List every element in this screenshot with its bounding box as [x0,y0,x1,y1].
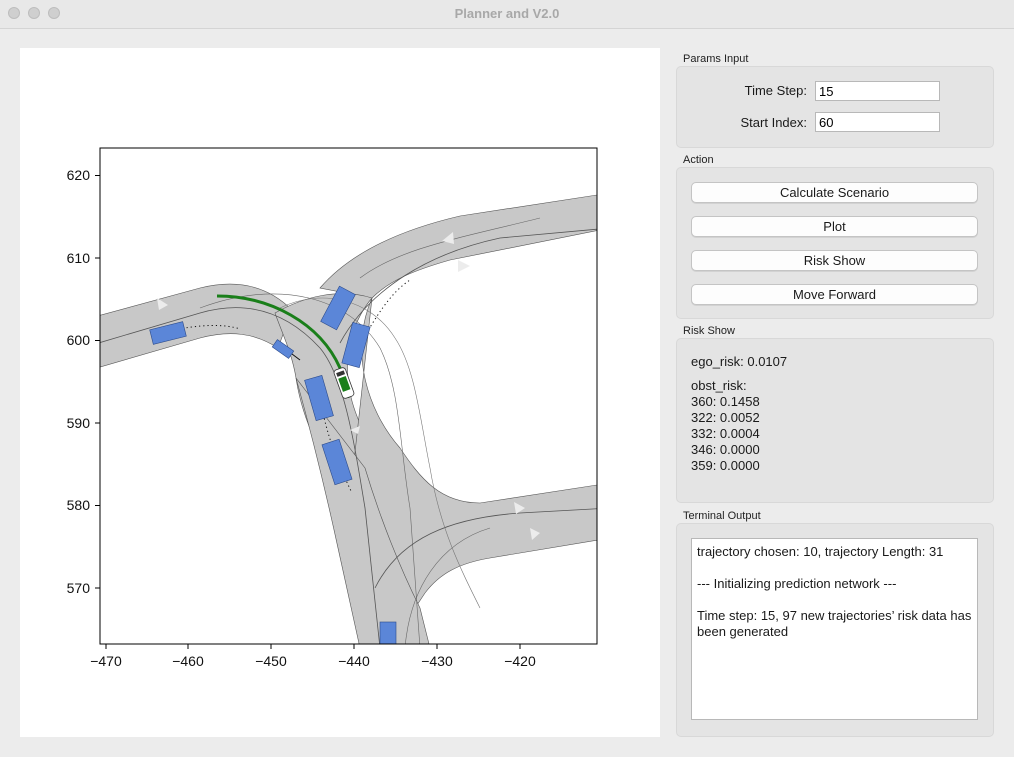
risk-show-button[interactable]: Risk Show [691,250,978,271]
calculate-scenario-button[interactable]: Calculate Scenario [691,182,978,203]
vehicle-box [379,621,397,644]
time-step-label: Time Step: [744,83,807,98]
time-step-input[interactable] [815,81,940,101]
x-tick-label: −450 [255,653,287,669]
obst-risk-label: obst_risk: [691,378,747,393]
obst-risk-item: 322: 0.0052 [691,410,760,425]
terminal-section-label: Terminal Output [683,510,761,522]
obst-risk-item: 346: 0.0000 [691,442,760,457]
x-tick-label: −460 [172,653,204,669]
y-tick-label: 620 [67,167,91,183]
params-section-label: Params Input [683,53,749,65]
y-tick-label: 580 [67,497,91,513]
start-index-label: Start Index: [740,115,807,130]
action-section-label: Action [683,154,714,166]
ego-risk-value: ego_risk: 0.0107 [691,354,788,369]
risk-section-label: Risk Show [683,325,735,337]
y-tick-label: 610 [67,250,91,266]
plot-button[interactable]: Plot [691,216,978,237]
x-axis: −470 −460 −450 −440 −430 −420 [90,644,536,669]
obst-risk-item: 332: 0.0004 [691,426,760,441]
scenario-plot-panel: 620 610 600 590 580 570 −470 −460 −450 −… [20,48,660,737]
start-index-input[interactable] [815,112,940,132]
terminal-output[interactable]: trajectory chosen: 10, trajectory Length… [691,538,978,720]
y-axis: 620 610 600 590 580 570 [67,167,100,596]
y-tick-label: 590 [67,415,91,431]
x-tick-label: −440 [338,653,370,669]
y-tick-label: 600 [67,332,91,348]
x-tick-label: −420 [504,653,536,669]
params-group [676,66,994,148]
obst-risk-item: 359: 0.0000 [691,458,760,473]
y-tick-label: 570 [67,580,91,596]
x-tick-label: −430 [421,653,453,669]
title-bar: Planner and V2.0 [0,0,1014,29]
window-title: Planner and V2.0 [454,6,560,21]
x-tick-label: −470 [90,653,122,669]
road-network [100,194,597,644]
obst-risk-item: 360: 0.1458 [691,394,760,409]
move-forward-button[interactable]: Move Forward [691,284,978,305]
scenario-plot: 620 610 600 590 580 570 −470 −460 −450 −… [67,147,598,669]
